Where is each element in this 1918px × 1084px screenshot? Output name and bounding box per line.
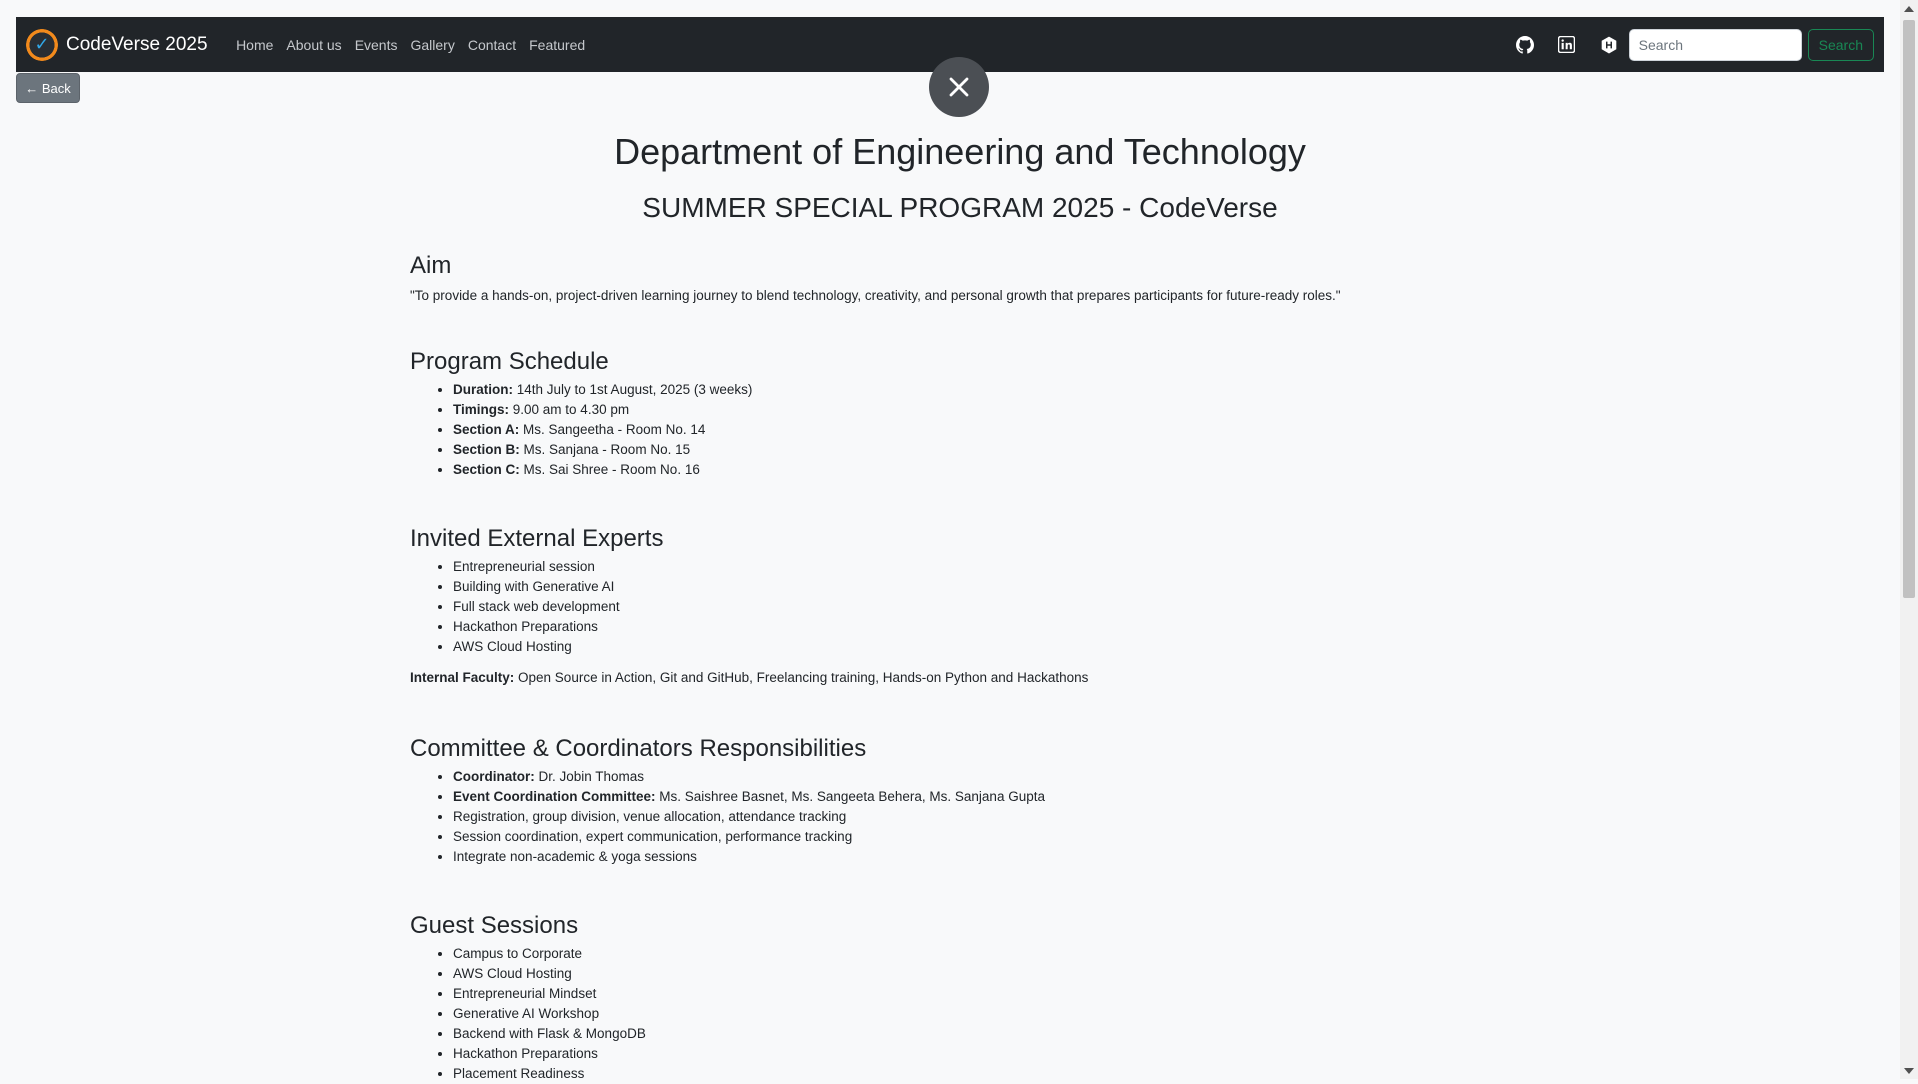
close-icon <box>949 77 969 97</box>
list-item: Entrepreneurial Mindset <box>453 984 646 1004</box>
list-item: Integrate non-academic & yoga sessions <box>453 847 1045 867</box>
item-value: Ms. Sanjana - Room No. 15 <box>519 442 691 457</box>
item-value: Ms. Sangeetha - Room No. 14 <box>519 422 706 437</box>
item-label: Section A: <box>453 422 520 437</box>
list-item: Building with Generative AI <box>453 577 1088 597</box>
item-value: Ms. Saishree Basnet, Ms. Sangeeta Behera… <box>655 789 1045 804</box>
guest-heading: Guest Sessions <box>410 912 579 939</box>
nav-link-contact[interactable]: Contact <box>468 37 516 53</box>
nav-right: Search <box>1515 17 1874 72</box>
item-value: 14th July to 1st August, 2025 (3 weeks) <box>513 382 753 397</box>
nav-link-gallery[interactable]: Gallery <box>411 37 455 53</box>
search-button[interactable]: Search <box>1807 28 1874 61</box>
list-item: Hackathon Preparations <box>453 1044 646 1064</box>
item-label: Timings: <box>453 402 510 417</box>
guest-list: Campus to Corporate AWS Cloud Hosting En… <box>410 944 646 1084</box>
page-scrollbar[interactable] <box>1900 0 1918 1079</box>
linkedin-icon[interactable] <box>1557 35 1577 55</box>
schedule-heading: Program Schedule <box>410 348 609 375</box>
guest-section: Guest Sessions Campus to Corporate AWS C… <box>410 912 646 1084</box>
experts-section: Invited External Experts Entrepreneurial… <box>410 525 1088 688</box>
item-label: Section C: <box>453 462 520 477</box>
list-item: AWS Cloud Hosting <box>453 637 1088 657</box>
list-item: Session coordination, expert communicati… <box>453 827 1045 847</box>
list-item: Coordinator: Dr. Jobin Thomas <box>453 767 1045 787</box>
list-item: Registration, group division, venue allo… <box>453 807 1045 827</box>
list-item: Entrepreneurial session <box>453 557 1088 577</box>
brand[interactable]: ✓ CodeVerse 2025 <box>26 28 208 61</box>
nav-link-about[interactable]: About us <box>286 37 341 53</box>
aim-text: "To provide a hands-on, project-driven l… <box>410 288 1341 303</box>
experts-heading: Invited External Experts <box>410 525 664 552</box>
search-input[interactable] <box>1628 28 1802 61</box>
item-value: Ms. Sai Shree - Room No. 16 <box>519 462 700 477</box>
nav-link-home[interactable]: Home <box>236 37 273 53</box>
item-label: Section B: <box>453 442 520 457</box>
item-label: Event Coordination Committee: <box>453 789 656 804</box>
list-item: Full stack web development <box>453 597 1088 617</box>
scrollbar-thumb[interactable] <box>1903 20 1915 598</box>
department-title: Department of Engineering and Technology <box>614 131 1306 172</box>
committee-list: Coordinator: Dr. Jobin Thomas Event Coor… <box>410 767 1045 867</box>
internal-faculty: Internal Faculty: Open Source in Action,… <box>410 668 1088 688</box>
nav-links: Home About us Events Gallery Contact Fea… <box>230 37 592 53</box>
internal-faculty-label: Internal Faculty: <box>410 670 515 685</box>
list-item: Hackathon Preparations <box>453 617 1088 637</box>
experts-list: Entrepreneurial session Building with Ge… <box>410 557 1088 657</box>
committee-section: Committee & Coordinators Responsibilitie… <box>410 735 1045 867</box>
item-label: Duration: <box>453 382 513 397</box>
scroll-down-icon[interactable] <box>1904 1068 1914 1074</box>
back-button[interactable]: ← Back <box>16 73 80 103</box>
item-value: 9.00 am to 4.30 pm <box>509 402 630 417</box>
list-item: Event Coordination Committee: Ms. Saishr… <box>453 787 1045 807</box>
nav-link-featured[interactable]: Featured <box>529 37 585 53</box>
aim-section: Aim "To provide a hands-on, project-driv… <box>410 252 1341 306</box>
brand-logo-icon: ✓ <box>26 28 58 61</box>
nav-link-events[interactable]: Events <box>355 37 398 53</box>
schedule-list: Duration: 14th July to 1st August, 2025 … <box>410 380 752 480</box>
item-value: Dr. Jobin Thomas <box>534 769 645 784</box>
hackerrank-icon[interactable] <box>1599 35 1619 55</box>
list-item: Duration: 14th July to 1st August, 2025 … <box>453 380 752 400</box>
list-item: Generative AI Workshop <box>453 1004 646 1024</box>
list-item: Section A: Ms. Sangeetha - Room No. 14 <box>453 420 752 440</box>
internal-faculty-value: Open Source in Action, Git and GitHub, F… <box>514 670 1089 685</box>
close-button[interactable] <box>929 57 989 117</box>
list-item: Section C: Ms. Sai Shree - Room No. 16 <box>453 460 752 480</box>
list-item: AWS Cloud Hosting <box>453 964 646 984</box>
list-item: Backend with Flask & MongoDB <box>453 1024 646 1044</box>
aim-heading: Aim <box>410 252 452 279</box>
schedule-section: Program Schedule Duration: 14th July to … <box>410 348 752 480</box>
list-item: Timings: 9.00 am to 4.30 pm <box>453 400 752 420</box>
committee-heading: Committee & Coordinators Responsibilitie… <box>410 735 867 762</box>
list-item: Placement Readiness <box>453 1064 646 1084</box>
github-icon[interactable] <box>1515 35 1535 55</box>
scroll-up-icon[interactable] <box>1904 6 1914 12</box>
program-title: SUMMER SPECIAL PROGRAM 2025 - CodeVerse <box>642 192 1278 223</box>
brand-name: CodeVerse 2025 <box>66 33 208 55</box>
list-item: Section B: Ms. Sanjana - Room No. 15 <box>453 440 752 460</box>
item-label: Coordinator: <box>453 769 535 784</box>
main-content: Department of Engineering and Technology… <box>410 125 1510 1081</box>
list-item: Campus to Corporate <box>453 944 646 964</box>
